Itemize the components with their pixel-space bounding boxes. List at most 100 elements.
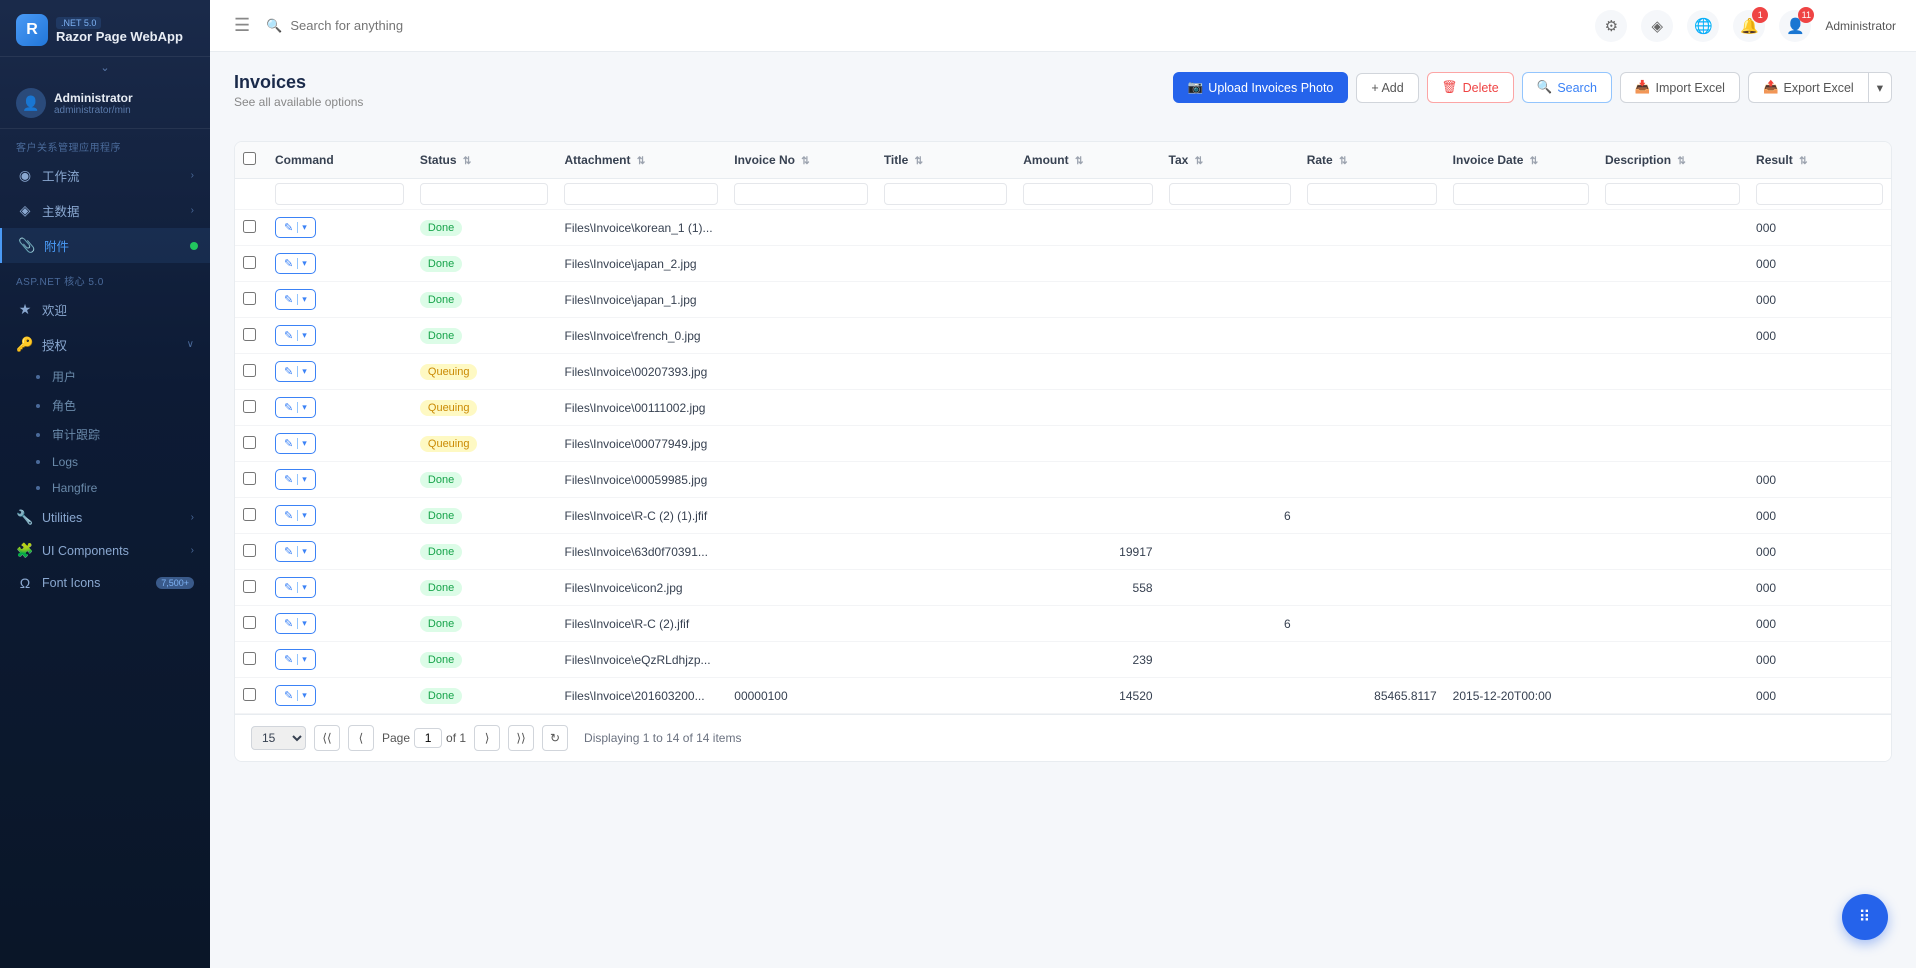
sidebar-item-auth[interactable]: 🔑 授权 ∨ [0, 327, 210, 362]
action-btn[interactable]: ✎ ▾ [275, 361, 316, 382]
dropdown-arrow-icon: ▾ [297, 510, 307, 521]
ui-components-icon: 🧩 [16, 542, 34, 559]
sidebar-item-master-data[interactable]: ◈ 主数据 › [0, 193, 210, 228]
filter-rate-input[interactable] [1307, 183, 1437, 205]
cube-btn[interactable]: ◈ [1641, 10, 1673, 42]
sidebar-sub-item-users[interactable]: 用户 [0, 362, 210, 391]
export-excel-btn[interactable]: 📤 Export Excel [1748, 72, 1868, 103]
prev-page-btn[interactable]: ⟨ [348, 725, 374, 751]
sidebar-sub-item-hangfire[interactable]: Hangfire [0, 475, 210, 501]
per-page-select[interactable]: 152550100 [251, 726, 306, 750]
row-checkbox[interactable] [243, 472, 256, 485]
filter-status-input[interactable] [420, 183, 549, 205]
global-search-input[interactable] [290, 18, 590, 33]
sort-icon[interactable]: ⇅ [463, 156, 471, 167]
sort-icon[interactable]: ⇅ [1799, 156, 1807, 167]
sort-icon[interactable]: ⇅ [915, 156, 923, 167]
action-btn[interactable]: ✎ ▾ [275, 397, 316, 418]
sort-icon[interactable]: ⇅ [1677, 156, 1685, 167]
dropdown-arrow-icon: ▾ [297, 474, 307, 485]
row-checkbox[interactable] [243, 688, 256, 701]
delete-btn[interactable]: 🗑 Delete [1427, 72, 1514, 103]
action-btn[interactable]: ✎ ▾ [275, 541, 316, 562]
first-page-btn[interactable]: ⟨⟨ [314, 725, 340, 751]
row-description [1597, 426, 1748, 462]
auth-icon: 🔑 [16, 336, 34, 353]
settings-btn[interactable]: ⚙ [1595, 10, 1627, 42]
row-checkbox[interactable] [243, 436, 256, 449]
sort-icon[interactable]: ⇅ [1339, 156, 1347, 167]
row-checkbox[interactable] [243, 652, 256, 665]
row-checkbox[interactable] [243, 328, 256, 341]
filter-attachment-input[interactable] [564, 183, 718, 205]
action-btn[interactable]: ✎ ▾ [275, 649, 316, 670]
sidebar-item-workflows[interactable]: ◉ 工作流 › [0, 158, 210, 193]
filter-invoice-no-input[interactable] [734, 183, 868, 205]
action-btn[interactable]: ✎ ▾ [275, 289, 316, 310]
filter-title-input[interactable] [884, 183, 1007, 205]
app-version-badge: .NET 5.0 [56, 17, 101, 29]
filter-invoice-date-input[interactable] [1453, 183, 1589, 205]
sidebar-sub-item-audit[interactable]: 审计跟踪 [0, 420, 210, 449]
row-checkbox[interactable] [243, 580, 256, 593]
action-btn[interactable]: ✎ ▾ [275, 577, 316, 598]
row-description [1597, 606, 1748, 642]
edit-icon: ✎ [284, 617, 293, 630]
globe-btn[interactable]: 🌐 [1687, 10, 1719, 42]
export-excel-arrow[interactable]: ▾ [1868, 72, 1892, 103]
sidebar-sub-item-roles[interactable]: 角色 [0, 391, 210, 420]
status-badge: Queuing [420, 436, 478, 452]
select-all-checkbox[interactable] [243, 152, 256, 165]
row-checkbox[interactable] [243, 400, 256, 413]
sidebar-user: 👤 Administrator administrator/min [0, 78, 210, 129]
last-page-btn[interactable]: ⟩⟩ [508, 725, 534, 751]
filter-result-input[interactable] [1756, 183, 1883, 205]
upload-invoices-btn[interactable]: 📷 Upload Invoices Photo [1173, 72, 1349, 103]
sidebar-sub-item-logs[interactable]: Logs [0, 449, 210, 475]
sidebar-item-font-icons[interactable]: Ω Font Icons 7,500+ [0, 567, 210, 599]
row-checkbox[interactable] [243, 364, 256, 377]
row-checkbox[interactable] [243, 544, 256, 557]
action-btn[interactable]: ✎ ▾ [275, 217, 316, 238]
action-btn[interactable]: ✎ ▾ [275, 325, 316, 346]
hamburger-btn[interactable]: ☰ [230, 11, 254, 40]
action-btn[interactable]: ✎ ▾ [275, 433, 316, 454]
row-status: Queuing [412, 426, 557, 462]
row-checkbox[interactable] [243, 220, 256, 233]
action-btn[interactable]: ✎ ▾ [275, 613, 316, 634]
sidebar-item-attachments[interactable]: 📎 附件 [0, 228, 210, 263]
export-excel-split: 📤 Export Excel ▾ [1748, 72, 1892, 103]
filter-command-input[interactable] [275, 183, 404, 205]
sort-icon[interactable]: ⇅ [637, 156, 645, 167]
fab-btn[interactable]: ⠿ [1842, 894, 1888, 940]
row-checkbox[interactable] [243, 292, 256, 305]
action-btn[interactable]: ✎ ▾ [275, 505, 316, 526]
sidebar-item-welcome[interactable]: ★ 欢迎 [0, 292, 210, 327]
sidebar-item-utilities[interactable]: 🔧 Utilities › [0, 501, 210, 534]
sort-icon[interactable]: ⇅ [1075, 156, 1083, 167]
sort-icon[interactable]: ⇅ [801, 156, 809, 167]
user-btn[interactable]: 👤 11 [1779, 10, 1811, 42]
add-btn[interactable]: + Add [1356, 73, 1418, 103]
filter-tax-input[interactable] [1169, 183, 1291, 205]
row-checkbox-cell [235, 606, 267, 642]
sidebar-collapse-btn[interactable]: ⌄ [0, 57, 210, 78]
action-btn[interactable]: ✎ ▾ [275, 685, 316, 706]
search-btn[interactable]: 🔍 Search [1522, 72, 1612, 103]
row-checkbox[interactable] [243, 256, 256, 269]
filter-amount-input[interactable] [1023, 183, 1152, 205]
filter-description-input[interactable] [1605, 183, 1740, 205]
sidebar-item-ui-components[interactable]: 🧩 UI Components › [0, 534, 210, 567]
import-excel-btn[interactable]: 📥 Import Excel [1620, 72, 1740, 103]
action-btn[interactable]: ✎ ▾ [275, 469, 316, 490]
sort-icon[interactable]: ⇅ [1195, 156, 1203, 167]
next-page-btn[interactable]: ⟩ [474, 725, 500, 751]
edit-icon: ✎ [284, 221, 293, 234]
page-number-input[interactable] [414, 728, 442, 748]
row-checkbox[interactable] [243, 508, 256, 521]
notifications-btn[interactable]: 🔔 1 [1733, 10, 1765, 42]
row-checkbox[interactable] [243, 616, 256, 629]
sort-icon[interactable]: ⇅ [1530, 156, 1538, 167]
action-btn[interactable]: ✎ ▾ [275, 253, 316, 274]
refresh-btn[interactable]: ↻ [542, 725, 568, 751]
